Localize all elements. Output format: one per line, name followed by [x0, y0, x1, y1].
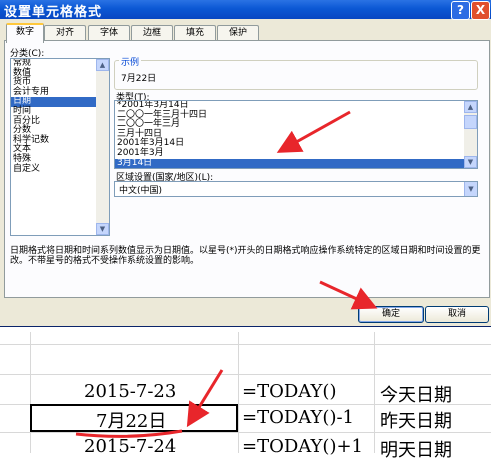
list-item[interactable]: 2001年3月14日: [115, 139, 477, 149]
type-scrollbar[interactable]: ▲ ▼: [464, 101, 477, 168]
cell-formula[interactable]: =TODAY(): [242, 381, 336, 402]
scroll-down-icon[interactable]: ▼: [464, 156, 477, 168]
row-divider: [0, 374, 491, 375]
cell-value[interactable]: 2015-7-24: [84, 436, 176, 457]
cell-note[interactable]: 昨天日期: [380, 407, 452, 433]
type-list[interactable]: *2001年3月14日 二〇〇一年三月十四日 二〇〇一年三月 三月十四日 200…: [114, 100, 478, 169]
category-list[interactable]: 常规 数值 货币 会计专用 日期 时间 百分比 分数 科学记数 文本 特殊 自定…: [10, 58, 110, 236]
locale-value: 中文(中国): [119, 186, 163, 196]
sample-group: 示例 7月22日: [114, 55, 478, 90]
tab-protection[interactable]: 保护: [217, 25, 259, 41]
scroll-up-icon[interactable]: ▲: [96, 59, 109, 71]
format-description: 日期格式将日期和时间系列数值显示为日期值。以星号(*)开头的日期格式响应操作系统…: [10, 246, 481, 266]
chevron-down-icon[interactable]: ▼: [464, 182, 477, 196]
scroll-up-icon[interactable]: ▲: [464, 101, 477, 113]
ok-button[interactable]: 确定: [358, 306, 424, 323]
sample-value: 7月22日: [121, 74, 157, 84]
title-bar[interactable]: 设置单元格格式 ? X: [0, 0, 491, 20]
column-divider: [238, 332, 239, 453]
dialog-title: 设置单元格格式: [4, 5, 103, 20]
tab-border[interactable]: 边框: [131, 25, 173, 41]
category-scrollbar[interactable]: ▲ ▼: [96, 59, 109, 235]
cell-note[interactable]: 明天日期: [380, 436, 452, 462]
column-divider: [374, 332, 375, 453]
list-item[interactable]: 自定义: [11, 164, 109, 175]
tab-fill[interactable]: 填充: [174, 25, 216, 41]
sample-label: 示例: [119, 55, 142, 68]
list-item[interactable]: 二〇〇一年三月: [115, 120, 477, 130]
cell-value[interactable]: 2015-7-23: [84, 381, 176, 402]
cell-value-active[interactable]: 7月22日: [96, 407, 166, 433]
format-cells-dialog: 设置单元格格式 ? X 数字 对齐 字体 边框 填充 保护 分类(C): 常规 …: [0, 0, 491, 327]
close-button[interactable]: X: [471, 1, 490, 20]
help-button[interactable]: ?: [451, 1, 470, 20]
tab-number[interactable]: 数字: [6, 23, 44, 43]
row-divider: [0, 344, 491, 345]
cell-formula[interactable]: =TODAY()+1: [242, 436, 363, 457]
list-item-selected[interactable]: 3月14日: [115, 158, 464, 168]
spreadsheet-grid: 2015-7-23 =TODAY() 今天日期 7月22日 =TODAY()-1…: [0, 332, 491, 461]
locale-select[interactable]: 中文(中国) ▼: [114, 181, 478, 197]
column-divider: [30, 332, 31, 453]
scroll-thumb[interactable]: [464, 115, 477, 129]
tab-font[interactable]: 字体: [88, 25, 130, 41]
list-item[interactable]: 2001年3月: [115, 148, 477, 159]
scroll-down-icon[interactable]: ▼: [96, 223, 109, 235]
cell-formula[interactable]: =TODAY()-1: [242, 407, 354, 428]
tab-alignment[interactable]: 对齐: [44, 25, 86, 41]
cell-note[interactable]: 今天日期: [380, 381, 452, 407]
cancel-button[interactable]: 取消: [425, 306, 489, 323]
